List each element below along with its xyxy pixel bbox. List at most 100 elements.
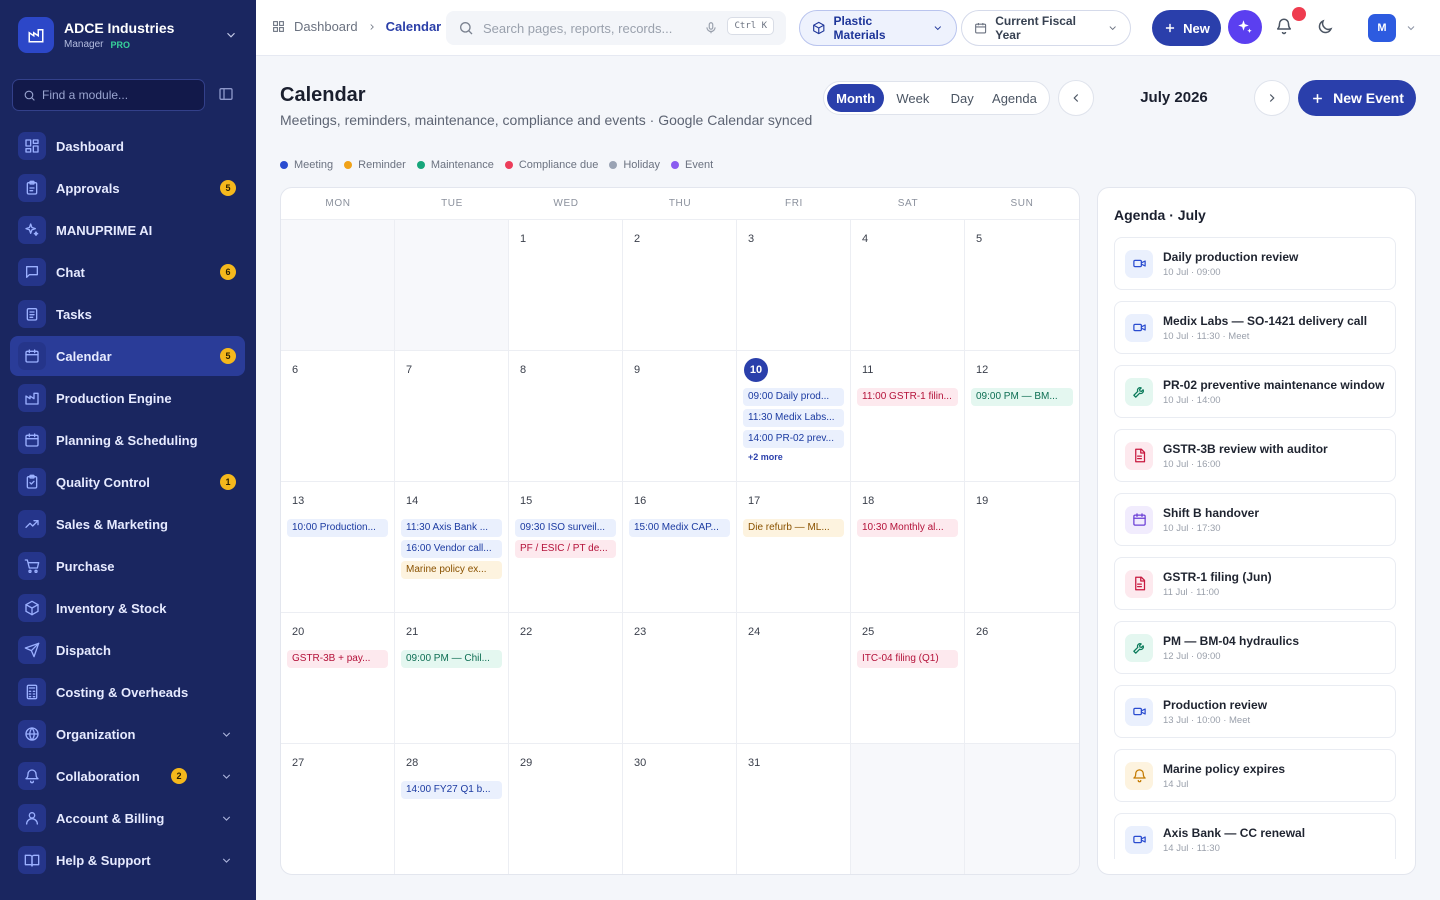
day-cell[interactable]: 2 bbox=[623, 220, 737, 351]
day-cell[interactable]: 3 bbox=[737, 220, 851, 351]
agenda-item[interactable]: GSTR-3B review with auditor 10 Jul · 16:0… bbox=[1114, 429, 1396, 482]
calendar-event-chip[interactable]: GSTR-3B + pay... bbox=[287, 650, 388, 668]
tab-week[interactable]: Week bbox=[884, 84, 941, 112]
sidebar-item-help-support[interactable]: Help & Support bbox=[10, 840, 245, 880]
calendar-event-chip[interactable]: 09:00 Daily prod... bbox=[743, 388, 844, 406]
day-cell[interactable]: 31 bbox=[737, 744, 851, 874]
new-event-button[interactable]: New Event bbox=[1298, 80, 1416, 116]
sidebar-item-sales-marketing[interactable]: Sales & Marketing bbox=[10, 504, 245, 544]
day-cell[interactable]: 14 11:30 Axis Bank ... 16:00 Vendor call..… bbox=[395, 482, 509, 613]
material-selector[interactable]: Plastic Materials bbox=[799, 10, 957, 46]
calendar-event-chip[interactable]: 11:30 Axis Bank ... bbox=[401, 519, 502, 537]
legend-item[interactable]: Compliance due bbox=[504, 159, 598, 171]
theme-toggle-moon-icon[interactable] bbox=[1316, 18, 1334, 36]
microphone-icon[interactable] bbox=[704, 21, 718, 35]
new-button[interactable]: New bbox=[1152, 10, 1221, 46]
agenda-item[interactable]: Shift B handover 10 Jul · 17:30 bbox=[1114, 493, 1396, 546]
day-cell[interactable]: 10 09:00 Daily prod... 11:30 Medix Labs...… bbox=[737, 351, 851, 482]
day-cell[interactable]: 21 09:00 PM — Chil... bbox=[395, 613, 509, 744]
day-cell[interactable]: 6 bbox=[281, 351, 395, 482]
sidebar-item-costing-overheads[interactable]: Costing & Overheads bbox=[10, 672, 245, 712]
previous-month-button[interactable] bbox=[1058, 80, 1094, 116]
day-cell[interactable]: 13 10:00 Production... bbox=[281, 482, 395, 613]
sidebar-item-purchase[interactable]: Purchase bbox=[10, 546, 245, 586]
more-events-link[interactable]: +2 more bbox=[748, 452, 839, 462]
day-cell[interactable]: 15 09:30 ISO surveil... PF / ESIC / PT de.… bbox=[509, 482, 623, 613]
day-cell[interactable]: 28 14:00 FY27 Q1 b... bbox=[395, 744, 509, 874]
day-cell[interactable]: 4 bbox=[851, 220, 965, 351]
day-cell[interactable]: 23 bbox=[623, 613, 737, 744]
sidebar-item-production-engine[interactable]: Production Engine bbox=[10, 378, 245, 418]
agenda-item[interactable]: PR-02 preventive maintenance window 10 Ju… bbox=[1114, 365, 1396, 418]
day-cell[interactable]: 29 bbox=[509, 744, 623, 874]
agenda-item[interactable]: GSTR-1 filing (Jun) 11 Jul · 11:00 bbox=[1114, 557, 1396, 610]
day-cell[interactable]: 20 GSTR-3B + pay... bbox=[281, 613, 395, 744]
day-cell[interactable]: 8 bbox=[509, 351, 623, 482]
calendar-event-chip[interactable]: 15:00 Medix CAP... bbox=[629, 519, 730, 537]
legend-item[interactable]: Meeting bbox=[280, 159, 333, 171]
sidebar-item-approvals[interactable]: Approvals 5 bbox=[10, 168, 245, 208]
calendar-event-chip[interactable]: ITC-04 filing (Q1) bbox=[857, 650, 958, 668]
tab-month[interactable]: Month bbox=[827, 84, 885, 112]
calendar-event-chip[interactable]: 14:00 PR-02 prev... bbox=[743, 430, 844, 448]
calendar-event-chip[interactable]: 16:00 Vendor call... bbox=[401, 540, 502, 558]
sidebar-item-organization[interactable]: Organization bbox=[10, 714, 245, 754]
sidebar-item-chat[interactable]: Chat 6 bbox=[10, 252, 245, 292]
collapse-sidebar-icon[interactable] bbox=[218, 86, 234, 102]
notifications-bell-icon[interactable] bbox=[1275, 17, 1293, 35]
calendar-event-chip[interactable]: 11:30 Medix Labs... bbox=[743, 409, 844, 427]
day-cell[interactable]: 17 Die refurb — ML... bbox=[737, 482, 851, 613]
day-cell[interactable]: 7 bbox=[395, 351, 509, 482]
sidebar-item-account-billing[interactable]: Account & Billing bbox=[10, 798, 245, 838]
day-cell[interactable]: 22 bbox=[509, 613, 623, 744]
agenda-item[interactable]: Medix Labs — SO-1421 delivery call 10 Jul… bbox=[1114, 301, 1396, 354]
legend-item[interactable]: Reminder bbox=[344, 159, 406, 171]
sidebar-item-dashboard[interactable]: Dashboard bbox=[10, 126, 245, 166]
sidebar-item-quality-control[interactable]: Quality Control 1 bbox=[10, 462, 245, 502]
agenda-item[interactable]: PM — BM-04 hydraulics 12 Jul · 09:00 bbox=[1114, 621, 1396, 674]
day-cell[interactable]: 27 bbox=[281, 744, 395, 874]
legend-item[interactable]: Holiday bbox=[609, 159, 660, 171]
sidebar-item-collaboration[interactable]: Collaboration 2 bbox=[10, 756, 245, 796]
day-cell[interactable]: 25 ITC-04 filing (Q1) bbox=[851, 613, 965, 744]
calendar-event-chip[interactable]: 11:00 GSTR-1 filin... bbox=[857, 388, 958, 406]
calendar-event-chip[interactable]: 09:30 ISO surveil... bbox=[515, 519, 616, 537]
day-cell[interactable]: 30 bbox=[623, 744, 737, 874]
day-cell[interactable]: 9 bbox=[623, 351, 737, 482]
calendar-event-chip[interactable]: PF / ESIC / PT de... bbox=[515, 540, 616, 558]
legend-item[interactable]: Event bbox=[671, 159, 713, 171]
sidebar-item-planning-scheduling[interactable]: Planning & Scheduling bbox=[10, 420, 245, 460]
day-cell[interactable]: 12 09:00 PM — BM... bbox=[965, 351, 1079, 482]
legend-item[interactable]: Maintenance bbox=[416, 159, 494, 171]
brand-switcher[interactable]: ADCE Industries Manager PRO bbox=[18, 15, 238, 55]
breadcrumb-dashboard[interactable]: Dashboard bbox=[294, 19, 358, 34]
avatar[interactable]: M bbox=[1368, 14, 1396, 42]
sidebar-item-tasks[interactable]: Tasks bbox=[10, 294, 245, 334]
day-cell[interactable]: 5 bbox=[965, 220, 1079, 351]
calendar-event-chip[interactable]: 10:00 Production... bbox=[287, 519, 388, 537]
global-search-input[interactable]: Search pages, reports, records... Ctrl K bbox=[446, 11, 786, 45]
fiscal-period-selector[interactable]: Current Fiscal Year bbox=[961, 10, 1131, 46]
tab-agenda[interactable]: Agenda bbox=[983, 84, 1046, 112]
day-cell[interactable]: 26 bbox=[965, 613, 1079, 744]
day-cell[interactable]: 1 bbox=[509, 220, 623, 351]
calendar-event-chip[interactable]: 14:00 FY27 Q1 b... bbox=[401, 781, 502, 799]
next-month-button[interactable] bbox=[1254, 80, 1290, 116]
agenda-item[interactable]: Axis Bank — CC renewal 14 Jul · 11:30 bbox=[1114, 813, 1396, 859]
day-cell[interactable]: 24 bbox=[737, 613, 851, 744]
agenda-item[interactable]: Marine policy expires 14 Jul bbox=[1114, 749, 1396, 802]
calendar-event-chip[interactable]: 09:00 PM — Chil... bbox=[401, 650, 502, 668]
agenda-item[interactable]: Production review 13 Jul · 10:00 · Meet bbox=[1114, 685, 1396, 738]
agenda-item[interactable]: Daily production review 10 Jul · 09:00 bbox=[1114, 237, 1396, 290]
sidebar-item-manuprime-ai[interactable]: MANUPRIME AI bbox=[10, 210, 245, 250]
chevron-down-icon[interactable] bbox=[1405, 22, 1417, 34]
sidebar-item-inventory-stock[interactable]: Inventory & Stock bbox=[10, 588, 245, 628]
ai-assistant-button[interactable] bbox=[1228, 10, 1262, 44]
tab-day[interactable]: Day bbox=[941, 84, 982, 112]
day-cell[interactable]: 19 bbox=[965, 482, 1079, 613]
day-cell[interactable]: 16 15:00 Medix CAP... bbox=[623, 482, 737, 613]
calendar-event-chip[interactable]: 09:00 PM — BM... bbox=[971, 388, 1073, 406]
calendar-event-chip[interactable]: Marine policy ex... bbox=[401, 561, 502, 579]
calendar-event-chip[interactable]: 10:30 Monthly al... bbox=[857, 519, 958, 537]
sidebar-item-dispatch[interactable]: Dispatch bbox=[10, 630, 245, 670]
